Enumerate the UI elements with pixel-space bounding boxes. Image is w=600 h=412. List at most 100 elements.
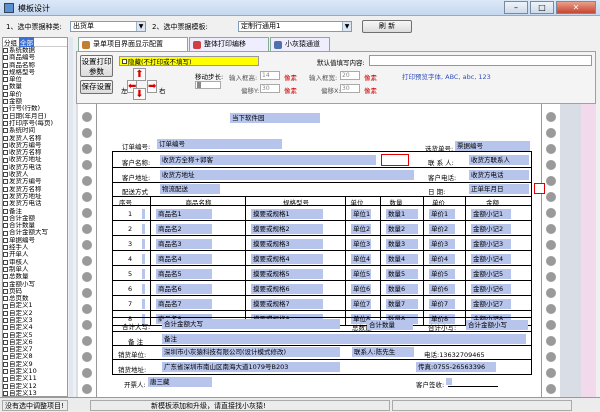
field-list-item[interactable]: 日期(年月日): [3, 113, 67, 120]
input-width-stepper[interactable]: 20: [340, 71, 360, 80]
field-list-item[interactable]: 备注: [3, 208, 67, 215]
table-cell[interactable]: 单价3: [429, 239, 455, 249]
field-list-item[interactable]: 合计数量: [3, 222, 67, 229]
field-list-item[interactable]: 自定义5: [3, 332, 67, 339]
close-button[interactable]: ✕: [556, 1, 596, 14]
field-checkbox[interactable]: [3, 332, 8, 338]
field-list-item[interactable]: 单位: [3, 76, 67, 83]
table-cell[interactable]: 商品名3: [156, 239, 212, 249]
table-cell[interactable]: 单位6: [351, 284, 371, 294]
field-checkbox[interactable]: [3, 215, 8, 221]
field-list-item[interactable]: 自定义2: [3, 310, 67, 317]
arrow-right-icon[interactable]: ➡: [147, 80, 157, 93]
field-list-item[interactable]: 发货方编号: [3, 178, 67, 185]
seller-phone[interactable]: 电话:13632709465: [424, 349, 485, 359]
row-marker[interactable]: [142, 299, 145, 309]
table-cell[interactable]: 单位3: [351, 239, 371, 249]
address-label[interactable]: 客户地址:: [122, 172, 150, 182]
total-qty-field[interactable]: 合计数量: [367, 320, 413, 330]
field-checkbox[interactable]: [3, 223, 8, 229]
group-select[interactable]: 全部: [19, 37, 34, 47]
field-checkbox[interactable]: [3, 121, 8, 127]
field-checkbox[interactable]: [3, 84, 8, 90]
table-cell[interactable]: 单价5: [429, 269, 455, 279]
set-print-params-button[interactable]: 设置打印参数: [80, 55, 113, 77]
field-checkbox[interactable]: [3, 106, 8, 112]
seller-contact-field[interactable]: 联系人:陈先生: [352, 347, 414, 357]
hidden-checkbox-row[interactable]: 隐藏(不打印或不填写): [119, 56, 259, 66]
row-marker[interactable]: [142, 284, 145, 294]
field-list-item[interactable]: 系统时间: [3, 127, 67, 134]
field-checkbox[interactable]: [3, 252, 8, 258]
field-checkbox[interactable]: [3, 230, 8, 236]
field-list-item[interactable]: 页码: [3, 288, 67, 295]
table-cell[interactable]: 摸要或规格6: [251, 284, 323, 294]
field-checkbox[interactable]: [3, 135, 8, 141]
table-cell[interactable]: 单价4: [429, 254, 455, 264]
field-list-item[interactable]: 总数量: [3, 273, 67, 280]
field-list-item[interactable]: 系统数据: [3, 47, 67, 54]
sign-label[interactable]: 客户签收:: [416, 379, 444, 389]
table-cell[interactable]: 数量2: [386, 224, 418, 234]
table-cell[interactable]: 商品名2: [156, 224, 212, 234]
total-upper-label[interactable]: 合计大写:: [122, 321, 150, 331]
field-checkbox[interactable]: [3, 340, 8, 346]
field-checkbox[interactable]: [3, 91, 8, 97]
company-name[interactable]: 当下软件园: [230, 113, 320, 123]
field-checkbox[interactable]: [3, 376, 8, 382]
selection-marker[interactable]: [534, 183, 545, 194]
row-marker[interactable]: [142, 224, 145, 234]
field-list-item[interactable]: 商品编号: [3, 54, 67, 61]
field-checkbox[interactable]: [3, 267, 8, 273]
contact-field[interactable]: 收货方联系人: [469, 155, 529, 165]
table-cell[interactable]: 金额小记5: [471, 269, 511, 279]
table-cell[interactable]: 摸要或规格5: [251, 269, 323, 279]
field-checkbox[interactable]: [3, 157, 8, 163]
order-no-field[interactable]: 订单编号: [157, 139, 282, 149]
order-no-label[interactable]: 订单编号:: [122, 141, 150, 151]
field-checkbox[interactable]: [3, 128, 8, 134]
field-checkbox[interactable]: [3, 172, 8, 178]
customer-field[interactable]: 收货方全称+郭客: [160, 155, 376, 165]
field-list-item[interactable]: 单据编号: [3, 237, 67, 244]
field-checkbox[interactable]: [3, 70, 8, 76]
field-list-item[interactable]: 发货方地址: [3, 193, 67, 200]
field-checkbox[interactable]: [3, 186, 8, 192]
field-checkbox[interactable]: [3, 113, 8, 119]
table-cell[interactable]: 数量7: [386, 299, 418, 309]
field-checkbox[interactable]: [3, 164, 8, 170]
field-list-item[interactable]: 数量: [3, 83, 67, 90]
field-list-item[interactable]: 自定义6: [3, 339, 67, 346]
table-cell[interactable]: 数量4: [386, 254, 418, 264]
field-checkbox[interactable]: [3, 361, 8, 367]
field-checkbox[interactable]: [3, 274, 8, 280]
table-cell[interactable]: 单位4: [351, 254, 371, 264]
fax-field[interactable]: 传真:0755-26563396: [416, 362, 496, 372]
arrow-down-icon[interactable]: ⬇: [133, 88, 146, 100]
field-checkbox[interactable]: [3, 303, 8, 309]
row-marker[interactable]: [142, 209, 145, 219]
table-cell[interactable]: 摸要或规格4: [251, 254, 323, 264]
hidden-checkbox[interactable]: [122, 58, 127, 64]
field-checkbox[interactable]: [3, 347, 8, 353]
field-list-item[interactable]: 自定义11: [3, 375, 67, 382]
field-list-item[interactable]: 收货方地址: [3, 156, 67, 163]
table-cell[interactable]: 商品名5: [156, 269, 212, 279]
sign-marker[interactable]: [446, 378, 452, 385]
tab-display-config[interactable]: 录单项目界面显示配置: [78, 37, 188, 52]
field-list-item[interactable]: 自定义3: [3, 317, 67, 324]
table-cell[interactable]: 金额小记6: [471, 284, 511, 294]
table-cell[interactable]: 单价2: [429, 224, 455, 234]
field-checkbox[interactable]: [3, 281, 8, 287]
minimize-button[interactable]: –: [504, 1, 528, 14]
tab-monkey-channel[interactable]: 小灰猿通道: [270, 37, 330, 51]
table-cell[interactable]: 摸要或规格7: [251, 299, 323, 309]
field-list-item[interactable]: 制单人: [3, 266, 67, 273]
table-cell[interactable]: 商品名1: [156, 209, 212, 219]
field-list-item[interactable]: 金额小写: [3, 281, 67, 288]
seller-addr-label[interactable]: 销货地址:: [118, 364, 146, 374]
date-label[interactable]: 日 期:: [428, 186, 445, 196]
offset-x-stepper[interactable]: 30: [340, 84, 360, 93]
field-list-item[interactable]: 收货方名称: [3, 149, 67, 156]
field-checkbox[interactable]: [3, 143, 8, 148]
